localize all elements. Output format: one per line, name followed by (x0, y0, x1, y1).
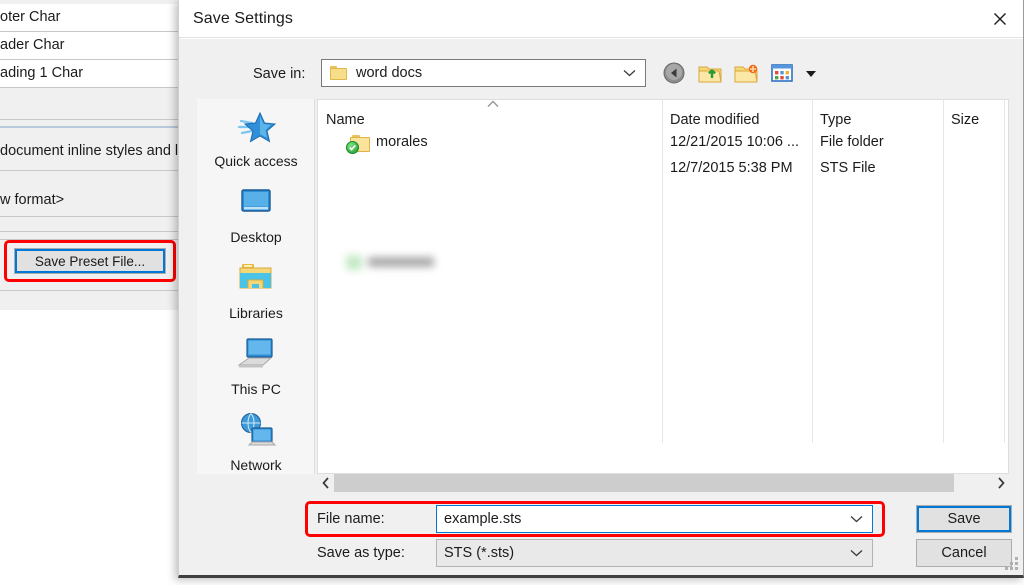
chevron-down-icon (623, 64, 636, 82)
chevron-down-icon[interactable] (805, 60, 817, 86)
cell-date-modified: 12/21/2015 10:06 ... (670, 134, 799, 150)
sidebar-item-network[interactable]: Network (197, 411, 315, 473)
cell-name: morales (376, 134, 428, 150)
background-list-row (0, 232, 180, 240)
redacted-file-name (346, 252, 446, 272)
dialog-title-bar: Save Settings (179, 0, 1023, 38)
save-as-type-combobox[interactable]: STS (*.sts) (436, 539, 873, 567)
save-in-label: Save in: (253, 66, 306, 82)
file-name-input[interactable]: example.sts (436, 505, 873, 533)
save-in-combobox[interactable]: word docs (321, 59, 646, 87)
star-icon (235, 107, 277, 147)
save-preset-file-button[interactable]: Save Preset File... (14, 248, 166, 274)
dialog-title: Save Settings (193, 10, 294, 27)
background-list-row (0, 217, 180, 232)
chevron-right-icon[interactable] (992, 474, 1009, 492)
resize-grip[interactable] (1005, 557, 1019, 570)
cell-type: File folder (820, 134, 884, 150)
sidebar-item-this-pc[interactable]: This PC (197, 335, 315, 397)
row-text: oter Char (0, 9, 61, 26)
chevron-left-icon[interactable] (317, 474, 334, 492)
save-preset-file-label: Save Preset File... (34, 253, 146, 269)
file-list[interactable]: Name Date modified Type Size morales 12/… (317, 99, 1009, 474)
folder-icon (346, 135, 370, 154)
scrollbar-track[interactable] (334, 474, 992, 492)
network-globe-icon (235, 411, 277, 451)
row-text: ading 1 Char (0, 65, 84, 82)
sidebar-item-libraries[interactable]: Libraries (197, 259, 315, 321)
horizontal-scrollbar[interactable] (317, 474, 1009, 492)
folder-icon (330, 66, 347, 80)
row-text: w format> (0, 192, 65, 209)
save-as-type-label: Save as type: (317, 545, 405, 561)
background-format-row[interactable]: w format> (0, 185, 180, 217)
background-list-row[interactable]: ader Char (0, 32, 180, 60)
save-settings-dialog: Save Settings Save in: word docs Quick a… (178, 0, 1024, 578)
cancel-button-label: Cancel (941, 545, 987, 561)
views-grid-icon[interactable] (769, 60, 795, 86)
background-panel-footer (0, 290, 180, 310)
chevron-down-icon[interactable] (850, 510, 863, 528)
sidebar-item-desktop[interactable]: Desktop (197, 183, 315, 245)
table-row[interactable]: morales 12/21/2015 10:06 ... File folder (318, 132, 1008, 157)
computer-icon (235, 335, 277, 375)
folder-up-icon[interactable] (697, 60, 723, 86)
save-in-value: word docs (356, 65, 423, 81)
save-as-type-value: STS (*.sts) (444, 545, 515, 561)
sidebar-item-label: Quick access (214, 153, 298, 169)
chevron-down-icon[interactable] (850, 544, 863, 562)
libraries-folder-icon (235, 259, 277, 299)
row-text: document inline styles and list f (0, 143, 184, 160)
file-name-value: example.sts (444, 511, 522, 527)
new-folder-icon[interactable] (733, 60, 759, 86)
monitor-icon (235, 183, 277, 223)
background-list-row[interactable]: oter Char (0, 4, 180, 32)
sidebar-item-quick-access[interactable]: Quick access (197, 107, 315, 169)
background-application: oter Char ader Char ading 1 Char documen… (0, 0, 184, 585)
dialog-body: Save in: word docs Quick access Desktop … (181, 38, 1023, 575)
close-icon[interactable] (977, 0, 1023, 37)
background-list-row[interactable]: ading 1 Char (0, 60, 180, 88)
scrollbar-thumb[interactable] (334, 474, 954, 492)
sidebar-item-label: This PC (231, 381, 281, 397)
sort-ascending-icon (486, 100, 500, 111)
sidebar-item-label: Desktop (230, 229, 282, 245)
table-row[interactable]: 12/7/2015 5:38 PM STS File (318, 158, 1008, 183)
save-button-label: Save (947, 511, 981, 527)
sidebar-item-label: Network (230, 457, 282, 473)
places-bar: Quick access Desktop Libraries This PC N… (197, 99, 315, 474)
sync-check-icon (346, 141, 359, 154)
background-list-row (0, 88, 180, 120)
column-header-name[interactable]: Name (326, 112, 365, 128)
file-name-label: File name: (317, 511, 385, 527)
cancel-button[interactable]: Cancel (916, 539, 1012, 567)
row-text: ader Char (0, 37, 65, 54)
cell-date-modified: 12/7/2015 5:38 PM (670, 160, 793, 176)
sidebar-item-label: Libraries (229, 305, 283, 321)
column-header-type[interactable]: Type (820, 112, 851, 128)
back-arrow-icon[interactable] (661, 60, 687, 86)
background-description-row: document inline styles and list f (0, 133, 184, 171)
dialog-toolbar (661, 57, 817, 89)
cell-type: STS File (820, 160, 876, 176)
column-header-size[interactable]: Size (951, 112, 979, 128)
column-header-date-modified[interactable]: Date modified (670, 112, 759, 128)
background-divider (0, 126, 180, 128)
save-button[interactable]: Save (916, 505, 1012, 533)
